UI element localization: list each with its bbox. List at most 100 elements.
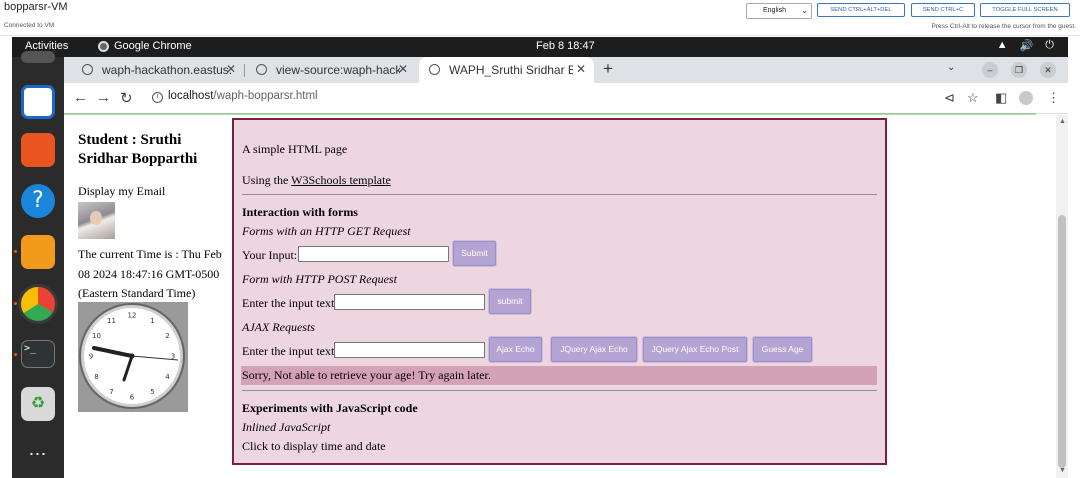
post-input-label: Enter the input text (242, 296, 335, 310)
ajax-input-field[interactable] (334, 342, 485, 358)
tab-divider (244, 64, 245, 77)
error-message: Sorry, Not able to retrieve your age! Tr… (241, 366, 877, 385)
clock-number: 10 (92, 332, 101, 340)
get-form-heading: Forms with an HTTP GET Request (242, 224, 411, 238)
get-submit-button[interactable]: Submit (452, 240, 497, 267)
inlined-js-heading: Inlined JavaScript (242, 420, 331, 434)
page-scrollbar[interactable]: ▲ ▼ (1056, 115, 1068, 478)
template-line: Using the W3Schools template (242, 173, 391, 188)
web-page: Student : Sruthi Sridhar Bopparthi Displ… (64, 115, 1056, 478)
tab-waph-hackathon[interactable]: waph-hackathon.eastus. ✕ (72, 57, 244, 83)
network-icon: ▲ (996, 39, 1008, 51)
terminal-icon[interactable]: >_ (21, 340, 55, 368)
restore-icon[interactable]: ❐ (1011, 62, 1027, 78)
display-email-link[interactable]: Display my Email (78, 184, 165, 199)
minimize-icon[interactable]: – (982, 62, 998, 78)
ubuntu-dock: ? >_ ♻ ⋯ (12, 51, 64, 478)
display-time-text[interactable]: Click to display time and date (242, 439, 386, 454)
sublime-text-icon[interactable] (21, 235, 55, 269)
browser-tab-strip: waph-hackathon.eastus. ✕ view-source:wap… (64, 57, 1068, 83)
toggle-full-screen-button[interactable]: TOGGLE FULL SCREEN (980, 3, 1070, 17)
libreoffice-writer-icon[interactable] (21, 85, 55, 119)
share-icon[interactable]: ⊲ (944, 90, 955, 106)
clock-number: 4 (165, 373, 170, 381)
close-window-icon[interactable]: ✕ (1040, 62, 1056, 78)
url-host: localhost (168, 90, 214, 102)
guess-age-button[interactable]: Guess Age (752, 336, 813, 363)
clock-number: 8 (94, 373, 98, 381)
tab-search-icon[interactable]: ⌄ (947, 62, 955, 73)
language-select[interactable]: English ⌄ (746, 3, 812, 19)
using-prefix: Using the (242, 173, 292, 187)
running-indicator-icon (14, 250, 17, 253)
close-icon[interactable]: ✕ (398, 62, 408, 76)
post-submit-button[interactable]: submit (488, 288, 532, 315)
jquery-ajax-echo-post-button[interactable]: JQuery Ajax Echo Post (642, 336, 748, 363)
student-name: Student : Sruthi Sridhar Bopparthi (78, 132, 198, 167)
tab-view-source[interactable]: view-source:waph-hacka ✕ (246, 57, 416, 83)
running-indicator-icon (14, 302, 17, 305)
scrollbar-thumb[interactable] (1058, 215, 1066, 468)
scroll-down-icon[interactable]: ▼ (1059, 467, 1066, 474)
show-applications-icon[interactable]: ⋯ (21, 437, 55, 471)
clock-number: 12 (128, 312, 137, 320)
side-panel-icon[interactable]: ◧ (995, 90, 1007, 106)
current-time: The current Time is : Thu Feb 08 2024 18… (78, 247, 222, 300)
bookmark-star-icon[interactable]: ☆ (967, 90, 979, 106)
google-chrome-icon[interactable] (18, 284, 58, 324)
more-menu-icon[interactable]: ⋮ (1047, 90, 1060, 106)
chrome-icon (98, 40, 109, 52)
clock-number: 5 (150, 388, 154, 396)
clock-number: 1 (150, 317, 154, 325)
globe-icon (429, 64, 440, 75)
tab-label: waph-hackathon.eastus. (102, 63, 232, 77)
jquery-ajax-echo-button[interactable]: JQuery Ajax Echo (550, 336, 638, 363)
send-ctrl-alt-del-button[interactable]: SEND CTRL+ALT+DEL (817, 3, 905, 17)
address-bar[interactable]: localhost/waph-bopparsr.html (168, 90, 318, 102)
photo-face (90, 211, 102, 225)
forward-icon[interactable]: → (96, 89, 111, 106)
dock-app-partial-icon[interactable] (21, 51, 55, 63)
content-panel: A simple HTML page Using the W3Schools t… (232, 118, 887, 465)
window-edge (1068, 36, 1080, 478)
w3schools-link[interactable]: W3Schools template (291, 173, 391, 187)
site-info-icon[interactable]: i (152, 92, 163, 103)
forms-heading: Interaction with forms (242, 205, 358, 219)
divider (242, 194, 877, 195)
analog-clock: 121234567891011 (78, 302, 188, 412)
trash-icon[interactable]: ♻ (21, 387, 55, 421)
get-input-label: Your Input: (242, 248, 298, 262)
close-icon[interactable]: ✕ (226, 62, 236, 76)
vm-status: Connected to VM (4, 22, 55, 29)
scroll-up-icon[interactable]: ▲ (1059, 118, 1066, 125)
release-cursor-hint: Press Ctrl-Alt to release the cursor fro… (931, 23, 1077, 30)
post-input-field[interactable] (334, 294, 485, 310)
ajax-input-label: Enter the input text (242, 344, 335, 358)
send-ctrl-c-button[interactable]: SEND CTRL+C (911, 3, 975, 17)
system-menu[interactable]: ▲ 🔊 ⏻ (997, 39, 1054, 52)
clock-number: 6 (130, 394, 135, 402)
software-store-icon[interactable] (21, 133, 55, 167)
new-tab-icon[interactable]: + (603, 59, 613, 79)
power-icon: ⏻ (1045, 39, 1054, 51)
clock-number: 2 (165, 332, 169, 340)
clock-number: 11 (107, 317, 116, 325)
chevron-down-icon: ⌄ (801, 6, 808, 15)
tab-label: WAPH_Sruthi Sridhar Bo (449, 63, 573, 77)
system-clock[interactable]: Feb 8 18:47 (536, 40, 595, 52)
volume-icon: 🔊 (1019, 40, 1034, 52)
back-icon[interactable]: ← (73, 89, 88, 106)
close-icon[interactable]: ✕ (576, 62, 586, 76)
help-icon[interactable]: ? (21, 184, 55, 218)
browser-toolbar: ← → ↻ i localhost/waph-bopparsr.html ⊲ ☆… (64, 83, 1068, 114)
reload-icon[interactable]: ↻ (120, 89, 133, 107)
profile-avatar-icon[interactable] (1019, 91, 1033, 105)
intro-text: A simple HTML page (242, 142, 348, 156)
active-app-label: Google Chrome (114, 40, 192, 52)
tab-waph-sruthi[interactable]: WAPH_Sruthi Sridhar Bo ✕ (419, 57, 594, 83)
tab-label: view-source:waph-hacka (276, 63, 400, 77)
active-app-menu[interactable]: Google Chrome (98, 40, 192, 52)
clock-center (129, 353, 135, 359)
get-input-field[interactable] (298, 246, 449, 262)
ajax-echo-button[interactable]: Ajax Echo (488, 336, 543, 363)
